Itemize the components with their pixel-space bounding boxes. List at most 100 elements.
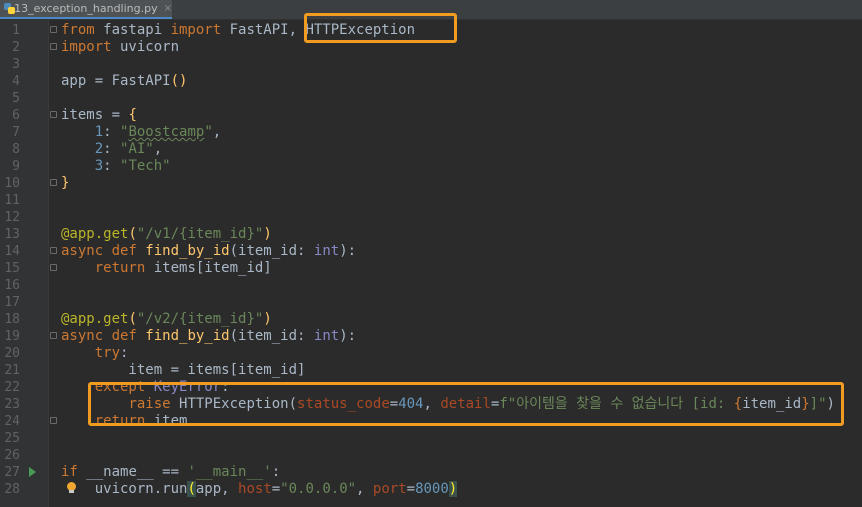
code-token: ( xyxy=(128,311,137,327)
code-token: return xyxy=(94,260,146,276)
fold-marker-icon[interactable] xyxy=(50,179,57,188)
code-text: @app.get("/v1/{item_id}") xyxy=(61,226,272,243)
code-token: ): xyxy=(339,243,357,259)
code-text: @app.get("/v2/{item_id}") xyxy=(61,311,272,328)
code-token: host xyxy=(238,481,272,497)
run-gutter-icon[interactable] xyxy=(29,467,36,477)
code-token: int xyxy=(313,328,340,344)
code-line[interactable]: 11 xyxy=(0,192,862,209)
code-token: 2 xyxy=(94,141,104,157)
code-text: try: xyxy=(61,345,129,362)
fold-marker-icon[interactable] xyxy=(50,247,57,256)
code-token: "0.0.0.0" xyxy=(280,481,357,497)
code-token: async def xyxy=(61,328,146,344)
intention-bulb-icon[interactable] xyxy=(67,482,76,493)
code-line[interactable]: 21 item = items[item_id] xyxy=(0,362,862,379)
code-line[interactable]: 12 xyxy=(0,209,862,226)
code-token: app = FastAPI xyxy=(61,73,171,89)
code-line[interactable]: 9 3: "Tech" xyxy=(0,158,862,175)
code-line[interactable]: 13 @app.get("/v1/{item_id}") xyxy=(0,226,862,243)
code-line[interactable]: 17 xyxy=(0,294,862,311)
line-number: 11 xyxy=(4,193,20,208)
code-line[interactable]: 26 xyxy=(0,447,862,464)
line-number: 9 xyxy=(12,159,20,174)
line-number: 8 xyxy=(12,142,20,157)
code-token: import xyxy=(170,22,222,38)
python-file-icon xyxy=(4,3,15,14)
code-token: : xyxy=(120,345,129,361)
close-tab-icon[interactable]: × xyxy=(164,3,172,14)
code-token: port xyxy=(372,481,407,497)
code-line[interactable]: 5 xyxy=(0,90,862,107)
code-editor[interactable]: 1 from fastapi import FastAPI, HTTPExcept… xyxy=(0,13,862,507)
line-number: 18 xyxy=(4,312,20,327)
fold-marker-icon[interactable] xyxy=(50,264,57,273)
highlight-box-httpexception-import xyxy=(304,13,457,43)
code-token: __name__ == xyxy=(86,464,188,480)
code-token: items[item_id] xyxy=(145,260,272,276)
code-text: 1: "Boostcamp", xyxy=(61,124,221,141)
fold-marker-icon[interactable] xyxy=(50,26,57,35)
line-number: 28 xyxy=(4,482,20,497)
fold-marker-icon[interactable] xyxy=(50,417,57,426)
code-token: , xyxy=(356,481,373,497)
file-tab-label: 13_exception_handling.py xyxy=(14,2,158,15)
code-token: @app.get xyxy=(61,226,129,242)
code-token: ) xyxy=(263,311,272,327)
code-line[interactable]: 10} xyxy=(0,175,862,192)
code-token: items = xyxy=(61,107,129,123)
code-line[interactable]: 18 @app.get("/v2/{item_id}") xyxy=(0,311,862,328)
line-number: 15 xyxy=(4,261,20,276)
fold-marker-icon[interactable] xyxy=(50,332,57,341)
code-line[interactable]: 14 async def find_by_id(item_id: int): xyxy=(0,243,862,260)
code-line[interactable]: 7 1: "Boostcamp", xyxy=(0,124,862,141)
file-tab[interactable]: 13_exception_handling.py × xyxy=(0,0,172,19)
fold-marker-icon[interactable] xyxy=(50,43,57,52)
line-number: 7 xyxy=(12,125,20,140)
line-number: 21 xyxy=(4,363,20,378)
highlight-box-except-block xyxy=(88,382,844,426)
code-text: items = { xyxy=(61,107,137,124)
code-line[interactable]: 28 uvicorn.run(app, host="0.0.0.0", port… xyxy=(0,481,862,498)
code-token: " xyxy=(204,124,213,140)
code-token: = xyxy=(271,481,281,497)
code-line[interactable]: 4 app = FastAPI() xyxy=(0,73,862,90)
code-line[interactable]: 19 async def find_by_id(item_id: int): xyxy=(0,328,862,345)
code-line[interactable]: 15 return items[item_id] xyxy=(0,260,862,277)
code-line[interactable]: 25 xyxy=(0,430,862,447)
line-number: 1 xyxy=(12,23,20,38)
code-token: 1 xyxy=(94,124,104,140)
code-line[interactable]: 3 xyxy=(0,56,862,73)
code-text: async def find_by_id(item_id: int): xyxy=(61,328,356,345)
line-number: 27 xyxy=(4,465,20,480)
line-number: 10 xyxy=(4,176,20,191)
code-token: ): xyxy=(339,328,357,344)
code-text: import uvicorn xyxy=(61,39,179,56)
code-line[interactable]: 8 2: "AI", xyxy=(0,141,862,158)
code-text: 2: "AI", xyxy=(61,141,162,158)
code-token: () xyxy=(170,73,188,89)
code-line[interactable]: 16 xyxy=(0,277,862,294)
code-text: item = items[item_id] xyxy=(61,362,305,379)
code-line[interactable]: 6 items = { xyxy=(0,107,862,124)
code-token: "AI" xyxy=(120,141,154,157)
code-text: 3: "Tech" xyxy=(61,158,171,175)
fold-marker-icon[interactable] xyxy=(50,111,57,120)
code-text: async def find_by_id(item_id: int): xyxy=(61,243,356,260)
line-number: 4 xyxy=(12,74,20,89)
code-token: "Tech" xyxy=(120,158,171,174)
code-line[interactable]: 20 try: xyxy=(0,345,862,362)
line-number: 3 xyxy=(12,57,20,72)
code-token: app, xyxy=(195,481,239,497)
code-token: 8000 xyxy=(415,481,449,497)
code-line[interactable]: 27 if __name__ == '__main__': xyxy=(0,464,862,481)
line-number: 25 xyxy=(4,431,20,446)
line-number: 14 xyxy=(4,244,20,259)
code-token: ) xyxy=(448,481,458,497)
code-token: try xyxy=(94,345,121,361)
line-number: 16 xyxy=(4,278,20,293)
code-token: } xyxy=(61,175,70,191)
code-token: find_by_id xyxy=(145,328,230,344)
